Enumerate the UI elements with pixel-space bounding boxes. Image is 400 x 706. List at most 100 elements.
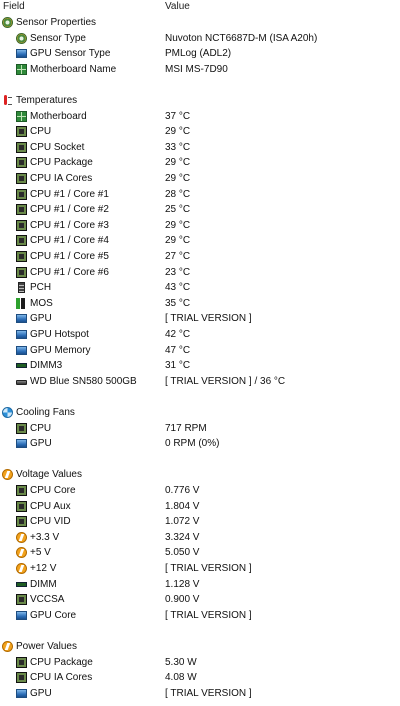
section-row[interactable]: Power Values [0, 640, 400, 655]
value-cell: 0.776 V [165, 485, 200, 496]
sensor-row[interactable]: +12 V [ TRIAL VERSION ] [0, 562, 400, 577]
value-cell: MSI MS-7D90 [165, 63, 228, 75]
sensor-row[interactable]: +3.3 V 3.324 V [0, 531, 400, 546]
section-row[interactable]: Cooling Fans [0, 406, 400, 421]
field-label: CPU Package [30, 157, 93, 169]
sensor-row[interactable]: CPU #1 / Core #1 28 °C [0, 188, 400, 203]
value-cell: 29 °C [165, 219, 191, 231]
voltage-icon [16, 547, 27, 559]
sensor-row[interactable]: Sensor Type Nuvoton NCT6687D-M (ISA A20h) [0, 32, 400, 47]
sensor-row[interactable]: PCH 43 °C [0, 281, 400, 296]
motherboard-icon [16, 63, 27, 75]
sensor-row[interactable]: CPU Socket 33 °C [0, 141, 400, 156]
value-cell: [ TRIAL VERSION ] [165, 313, 252, 325]
mos-icon [16, 297, 27, 309]
value-cell: 717 RPM [165, 422, 207, 434]
field-label: CPU IA Cores [30, 173, 93, 184]
voltage-icon [2, 641, 13, 652]
disk-icon [16, 379, 27, 385]
value-cell: PMLog (ADL2) [165, 48, 232, 60]
value-cell: [ TRIAL VERSION ] [165, 687, 252, 699]
field-label: Sensor Properties [16, 17, 97, 28]
sensor-row[interactable]: +5 V 5.050 V [0, 546, 400, 561]
voltage-icon [16, 531, 27, 543]
sensor-row[interactable]: GPU [ TRIAL VERSION ] [0, 687, 400, 702]
value-column-header[interactable]: Value [165, 1, 190, 12]
chip-icon [16, 141, 27, 153]
sensor-row[interactable]: CPU IA Cores 29 °C [0, 172, 400, 187]
field-label: Sensor Type [30, 32, 86, 44]
section-row[interactable]: Voltage Values [0, 468, 400, 483]
sensor-row[interactable]: CPU #1 / Core #3 29 °C [0, 219, 400, 234]
sensor-row[interactable]: GPU Sensor Type PMLog (ADL2) [0, 47, 400, 62]
gpu-icon [16, 688, 27, 698]
sensor-row[interactable]: CPU 29 °C [0, 125, 400, 140]
sensor-icon [16, 32, 27, 44]
sensor-row[interactable]: CPU IA Cores 4.08 W [0, 671, 400, 686]
sensor-row[interactable]: CPU VID 1.072 V [0, 515, 400, 530]
sensor-row[interactable]: CPU 717 RPM [0, 422, 400, 437]
fan-icon [2, 407, 13, 418]
section-row[interactable]: Temperatures [0, 94, 400, 109]
sensor-row[interactable]: WD Blue SN580 500GB [ TRIAL VERSION ] / 3… [0, 375, 400, 390]
value-cell: 29 °C [165, 157, 191, 169]
sensor-row[interactable]: CPU #1 / Core #2 25 °C [0, 203, 400, 218]
value-cell: [ TRIAL VERSION ] [165, 563, 252, 574]
chip-icon [16, 672, 27, 684]
field-label: MOS [30, 297, 53, 309]
field-label: Motherboard [30, 110, 87, 122]
field-label: +3.3 V [30, 531, 60, 543]
chip-icon [16, 219, 27, 231]
sensor-row[interactable]: DIMM 1.128 V [0, 578, 400, 593]
sensor-row[interactable]: GPU Core [ TRIAL VERSION ] [0, 609, 400, 624]
gpu-icon [16, 439, 27, 449]
field-label: WD Blue SN580 500GB [30, 375, 137, 387]
voltage-icon [2, 469, 13, 481]
gpu-icon [16, 314, 27, 324]
sensor-row[interactable]: Motherboard 37 °C [0, 110, 400, 125]
value-cell: 29 °C [165, 173, 191, 184]
field-label: CPU VID [30, 516, 71, 528]
field-label: Cooling Fans [16, 407, 75, 418]
sensor-row[interactable]: CPU #1 / Core #5 27 °C [0, 250, 400, 265]
chip-icon [16, 266, 27, 278]
sensor-row[interactable]: GPU Hotspot 42 °C [0, 328, 400, 343]
value-cell: Nuvoton NCT6687D-M (ISA A20h) [165, 32, 318, 44]
gpu-icon [16, 345, 27, 355]
sensor-row[interactable]: Motherboard Name MSI MS-7D90 [0, 63, 400, 78]
sensor-row[interactable]: CPU Core 0.776 V [0, 484, 400, 499]
field-column-header[interactable]: Field [3, 1, 25, 12]
sensor-row[interactable]: CPU Package 29 °C [0, 156, 400, 171]
chip-icon [16, 126, 27, 138]
chip-icon [16, 656, 27, 668]
gpu-icon [16, 49, 27, 59]
column-header: Field Value [0, 0, 400, 15]
field-label: Voltage Values [16, 469, 82, 481]
field-label: CPU #1 / Core #4 [30, 235, 109, 247]
value-cell: 31 °C [165, 360, 191, 372]
gpu-icon [16, 610, 27, 620]
value-cell: 43 °C [165, 282, 191, 294]
sensor-row[interactable]: CPU #1 / Core #6 23 °C [0, 266, 400, 281]
section-row[interactable]: Sensor Properties [0, 16, 400, 31]
sensor-row[interactable]: MOS 35 °C [0, 297, 400, 312]
field-label: GPU Core [30, 609, 77, 621]
sensor-row[interactable]: GPU [ TRIAL VERSION ] [0, 312, 400, 327]
sensor-row[interactable]: GPU Memory 47 °C [0, 344, 400, 359]
chip-icon [16, 204, 27, 216]
sensor-row[interactable]: GPU 0 RPM (0%) [0, 437, 400, 452]
value-cell: 3.324 V [165, 531, 200, 543]
chip-icon [16, 516, 27, 528]
sensor-row[interactable]: VCCSA 0.900 V [0, 593, 400, 608]
field-label: GPU [30, 313, 52, 325]
field-label: GPU Sensor Type [30, 48, 111, 60]
sensor-row[interactable]: CPU Aux 1.804 V [0, 500, 400, 515]
sensor-row[interactable]: CPU #1 / Core #4 29 °C [0, 234, 400, 249]
value-cell: [ TRIAL VERSION ] / 36 °C [165, 375, 286, 387]
chip-icon [16, 157, 27, 169]
sensor-icon [2, 17, 13, 28]
field-label: CPU [30, 422, 52, 434]
sensor-row[interactable]: DIMM3 31 °C [0, 359, 400, 374]
sensor-row[interactable]: CPU Package 5.30 W [0, 656, 400, 671]
value-cell: 1.804 V [165, 500, 200, 512]
